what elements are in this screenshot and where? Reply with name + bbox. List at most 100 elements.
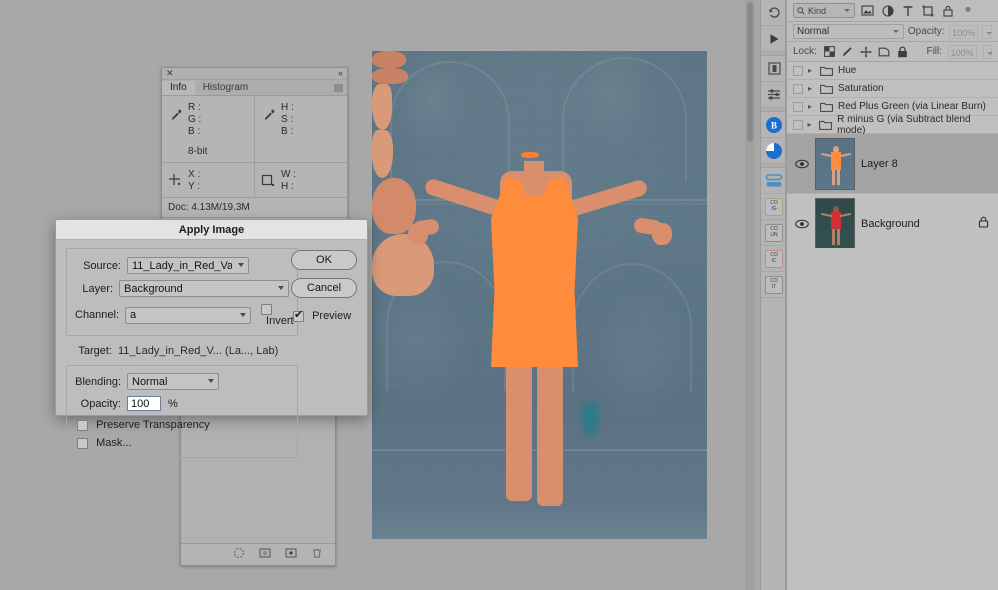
filter-toggle-icon[interactable] (960, 3, 975, 18)
visibility-toggle[interactable] (793, 66, 803, 76)
badge-coic-label: COIC (765, 250, 783, 268)
fill-slider-toggle[interactable] (983, 45, 992, 59)
delete-channel-icon[interactable] (311, 547, 323, 562)
info-panel-titlebar[interactable]: ✕ « (162, 68, 347, 80)
lock-position-icon[interactable] (860, 44, 872, 59)
layer-row-background[interactable]: Background (787, 194, 998, 254)
preserve-transparency-label: Preserve Transparency (96, 419, 210, 431)
blending-select[interactable]: Normal (127, 373, 219, 390)
preserve-transparency-row: Preserve Transparency (75, 419, 289, 431)
layer-name: Background (861, 218, 972, 230)
document-size: Doc: 4.13M/19.3M (162, 198, 347, 218)
layer-group-name: Hue (838, 65, 856, 76)
marquee-icon (261, 173, 275, 193)
preview-checkbox[interactable] (293, 311, 304, 322)
source-select[interactable]: 11_Lady_in_Red_Various... (127, 257, 249, 274)
fill-value[interactable]: 100% (948, 45, 977, 59)
crosshair-icon (168, 173, 182, 193)
tab-histogram[interactable]: Histogram (195, 81, 257, 95)
new-channel-icon[interactable] (285, 547, 297, 562)
tab-info[interactable]: Info (162, 81, 195, 95)
layer-thumbnail[interactable] (815, 138, 855, 190)
close-icon[interactable]: ✕ (166, 69, 174, 78)
eye-icon[interactable] (795, 159, 809, 169)
target-row: Target: 11_Lady_in_Red_V... (La..., Lab) (66, 345, 357, 357)
blending-row: Blending: Normal (75, 373, 289, 390)
filter-smart-object-icon[interactable] (940, 3, 955, 18)
info-readouts-top: R : G : B : 8-bit H : S : B : (162, 96, 347, 163)
badge-coic-icon[interactable]: COIC (761, 246, 787, 272)
opacity-value[interactable]: 100% (949, 25, 979, 39)
layers-lock-bar[interactable]: Lock: Fill: 100% (787, 42, 998, 62)
filter-type-icon[interactable] (900, 3, 915, 18)
layers-panel[interactable]: Kind Normal (786, 0, 998, 590)
scrollbar-thumb[interactable] (747, 2, 753, 142)
layers-filter-bar[interactable]: Kind (787, 0, 998, 22)
load-channel-as-selection-icon[interactable] (233, 547, 245, 562)
layers-stack-icon[interactable] (761, 168, 787, 194)
chevron-right-icon[interactable]: ▸ (808, 84, 815, 93)
brush-presets-icon[interactable] (761, 138, 787, 164)
visibility-toggle[interactable] (793, 120, 803, 130)
chevron-right-icon[interactable]: ▸ (808, 66, 815, 75)
eye-icon[interactable] (795, 219, 809, 229)
info-panel-tabs[interactable]: Info Histogram (162, 80, 347, 96)
layer-thumbnail[interactable] (815, 198, 855, 250)
g-label: G : (188, 114, 207, 126)
b2-label: B : (281, 126, 294, 138)
adjustments-icon[interactable] (761, 82, 787, 108)
filter-pixel-icon[interactable] (860, 3, 875, 18)
bit-depth: 8-bit (188, 144, 207, 158)
chevron-right-icon[interactable]: ▸ (808, 102, 815, 111)
preserve-transparency-checkbox[interactable] (77, 420, 88, 431)
history-icon[interactable] (761, 0, 787, 26)
mask-checkbox[interactable] (77, 438, 88, 449)
badge-coig-icon[interactable]: COIG (761, 194, 787, 220)
badge-coun-icon[interactable]: COUN (761, 220, 787, 246)
visibility-toggle[interactable] (793, 102, 803, 112)
save-selection-as-channel-icon[interactable] (259, 547, 271, 562)
badge-coit-icon[interactable]: COIT (761, 272, 787, 298)
opacity-input[interactable] (127, 396, 161, 411)
lock-transparent-pixels-icon[interactable] (823, 44, 835, 59)
apply-image-dialog[interactable]: Apply Image Source: 11_Lady_in_Red_Vario… (55, 219, 368, 416)
blend-mode-select[interactable]: Normal (793, 24, 904, 39)
blending-fieldset: Blending: Normal Opacity: % Preserv (66, 365, 298, 458)
cancel-button[interactable]: Cancel (291, 278, 357, 298)
ok-button[interactable]: OK (291, 250, 357, 270)
channels-toolbar[interactable] (181, 543, 335, 565)
target-label: Target: (66, 345, 118, 357)
search-icon (797, 7, 805, 15)
layer-select[interactable]: Background (119, 280, 289, 297)
opacity-slider-toggle[interactable] (982, 25, 992, 39)
layer-comps-icon[interactable] (761, 56, 787, 82)
filter-adjustment-icon[interactable] (880, 3, 895, 18)
actions-play-icon[interactable] (761, 26, 787, 52)
document-canvas[interactable] (372, 51, 707, 539)
woman-figure (372, 51, 707, 539)
lock-label: Lock: (793, 46, 817, 57)
layer-group-row[interactable]: ▸ Hue (787, 62, 998, 80)
document-vertical-scrollbar[interactable] (745, 0, 755, 590)
layer-group-row[interactable]: ▸ R minus G (via Subtract blend mode) (787, 116, 998, 134)
layer-row-layer-8[interactable]: Layer 8 (787, 134, 998, 194)
badge-coig-label: COIG (765, 198, 783, 216)
panel-dock-rail[interactable]: B COIG COUN COIC COIT (760, 0, 786, 590)
folder-icon (819, 120, 832, 130)
lock-all-icon[interactable] (896, 44, 908, 59)
info-panel[interactable]: ✕ « Info Histogram R : G : B : 8-bit (161, 67, 348, 225)
visibility-toggle[interactable] (793, 84, 803, 94)
chevron-right-icon[interactable]: ▸ (808, 120, 815, 129)
panel-menu-icon[interactable] (334, 84, 343, 92)
lock-artboard-nesting-icon[interactable] (878, 44, 890, 59)
layer-group-row[interactable]: ▸ Saturation (787, 80, 998, 98)
filter-shape-icon[interactable] (920, 3, 935, 18)
layers-blend-bar[interactable]: Normal Opacity: 100% (787, 22, 998, 42)
collapse-panel-icon[interactable]: « (338, 69, 343, 78)
lock-image-pixels-icon[interactable] (841, 44, 853, 59)
layer-name: Layer 8 (861, 158, 990, 170)
invert-checkbox[interactable] (261, 304, 272, 315)
filter-kind-select[interactable]: Kind (793, 3, 855, 18)
channel-select[interactable]: a (125, 307, 251, 324)
brushes-b-icon[interactable]: B (761, 112, 787, 138)
